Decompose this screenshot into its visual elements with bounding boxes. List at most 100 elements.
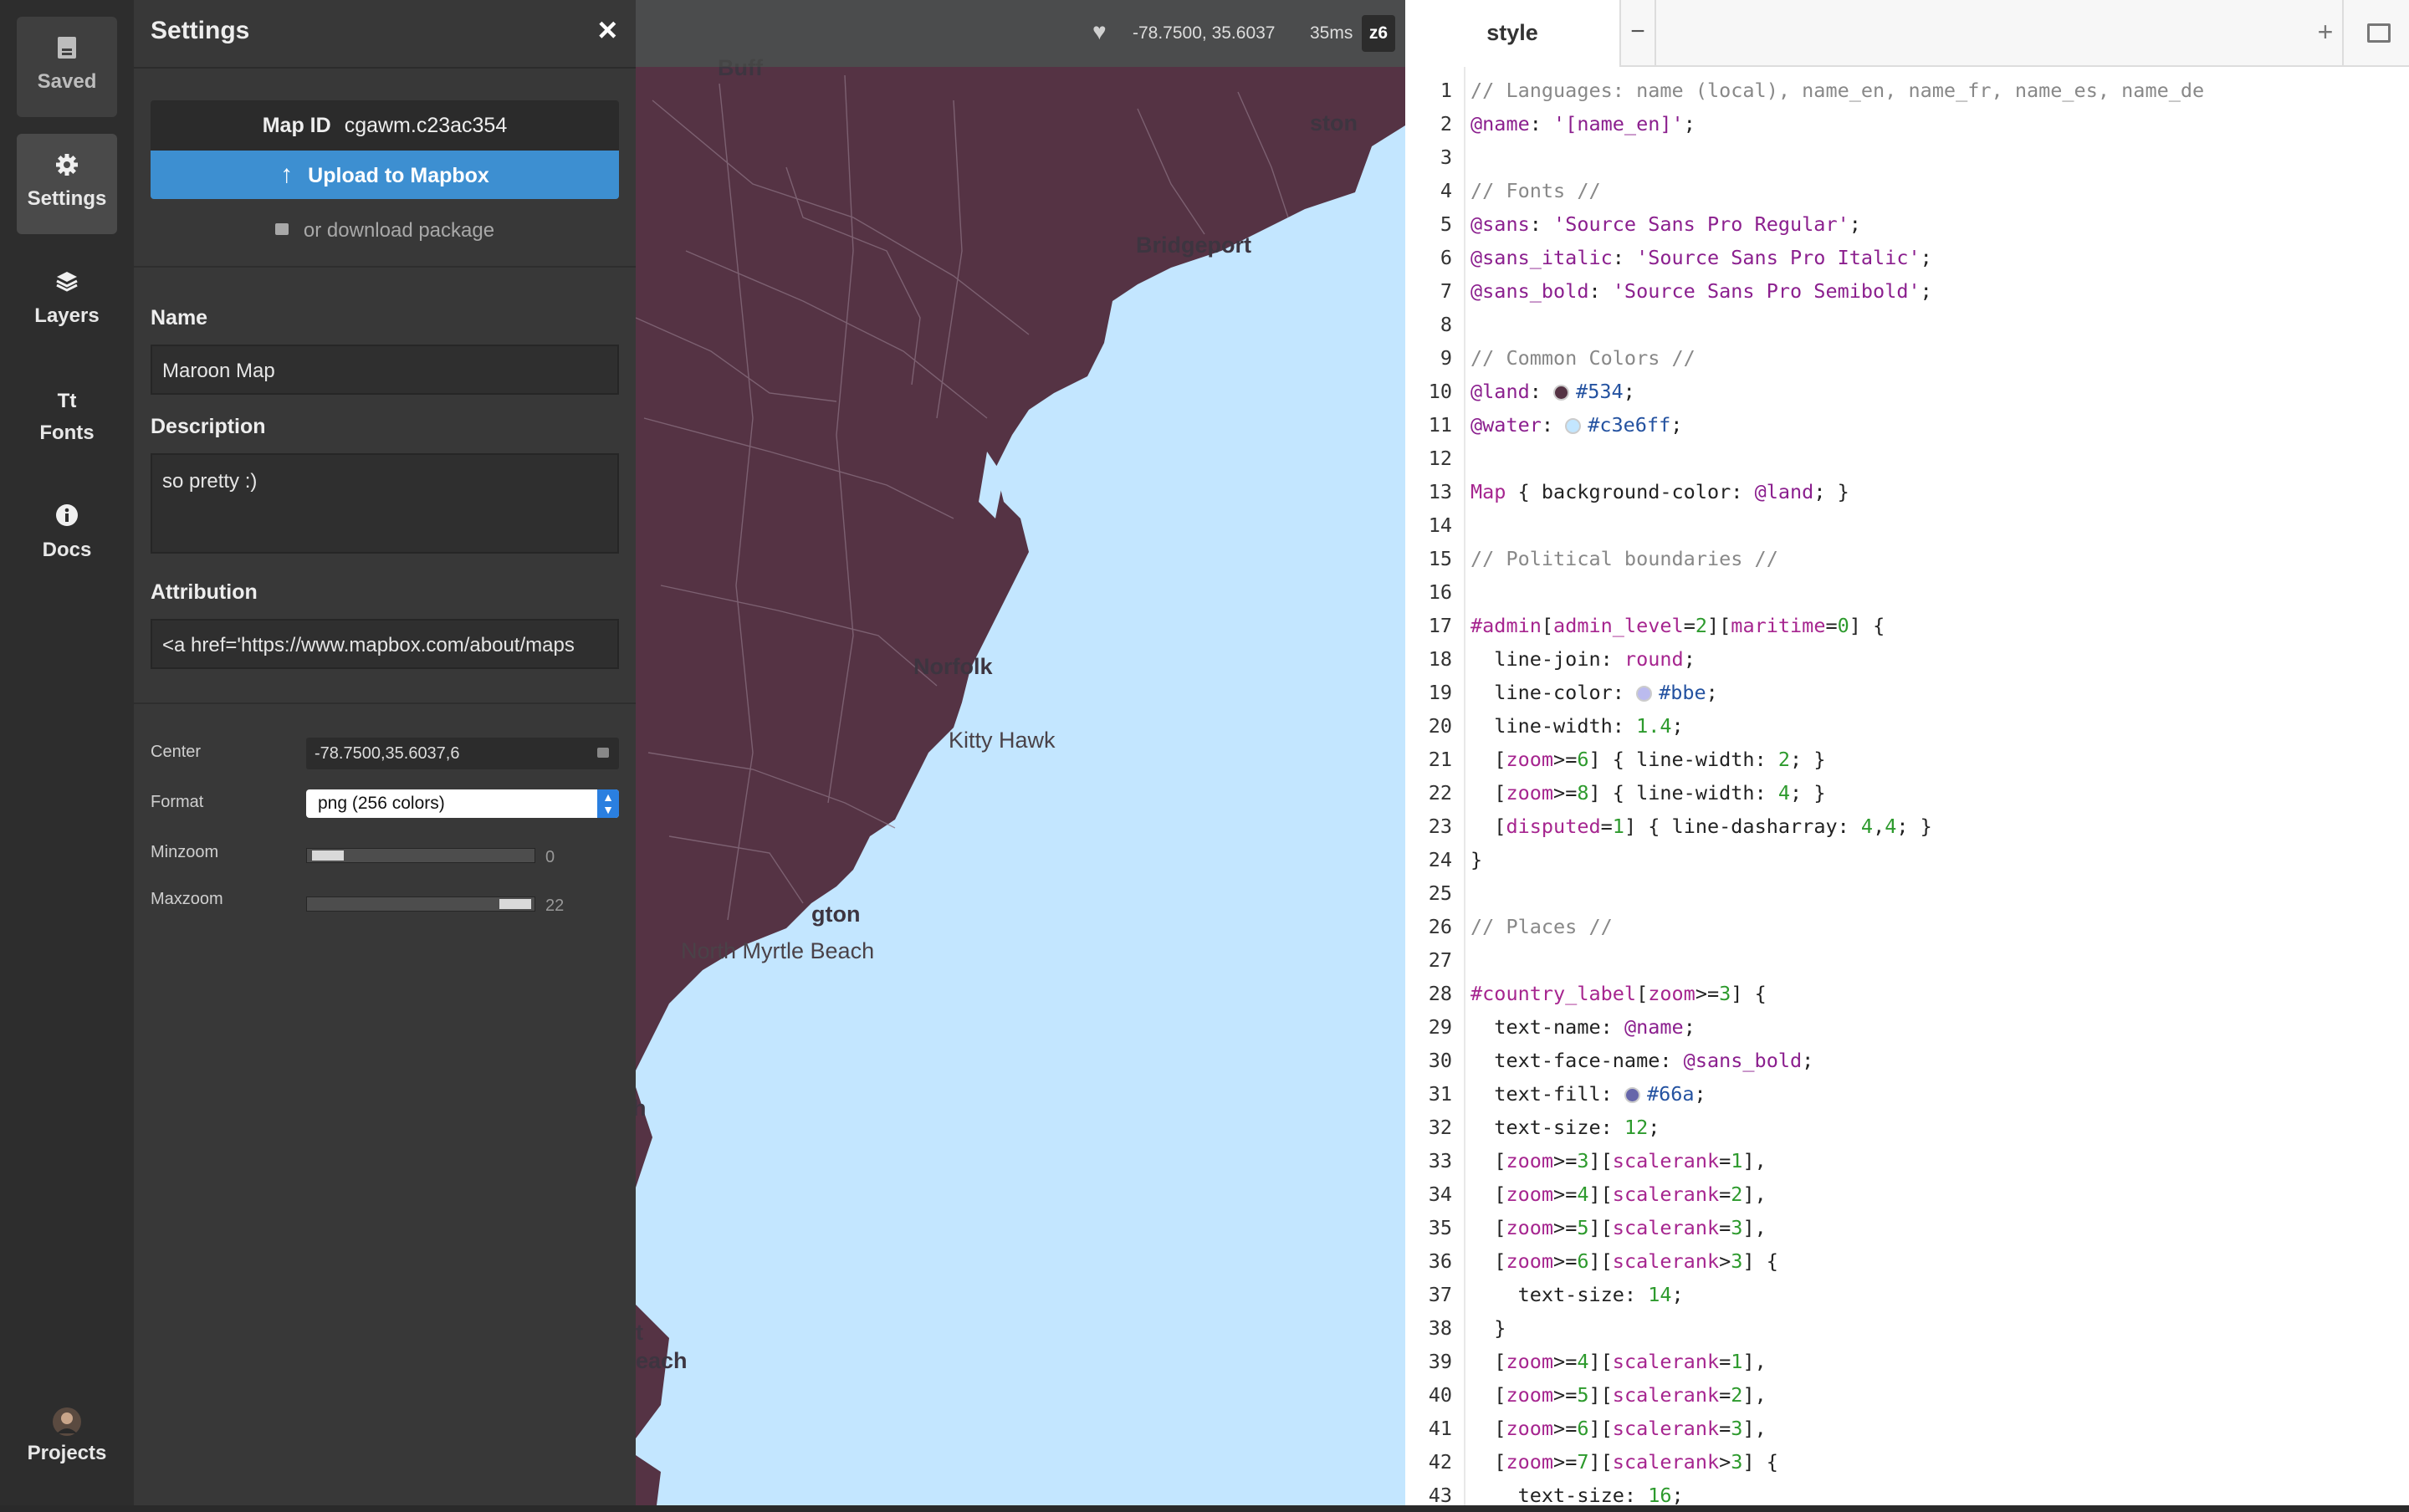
map-label: Bridgeport [1136,232,1251,258]
editor-tabs: style − + [1405,0,2409,67]
divider [134,702,636,704]
nav-fonts[interactable]: Tt Fonts [17,368,117,468]
tab-style[interactable]: style [1405,0,1621,67]
line-number: 42 [1428,1450,1452,1474]
format-label: Format [151,793,204,811]
line-text: [zoom>=6] { line-width: 2; } [1470,748,1826,771]
remove-tab-button[interactable]: − [1621,0,1656,65]
minzoom-slider-handle[interactable] [312,850,344,861]
nav-saved[interactable]: Saved [17,17,117,117]
map-label: t [636,1320,643,1345]
line-text: [zoom>=5][scalerank=2], [1470,1383,1767,1407]
nav-projects[interactable]: Projects [17,1388,117,1489]
line-text: [zoom>=5][scalerank=3], [1470,1216,1767,1239]
line-text: @sans_bold: 'Source Sans Pro Semibold'; [1470,279,1932,303]
heart-icon[interactable]: ♥ [1092,18,1107,45]
center-value: -78.7500,35.6037,6 [315,744,460,763]
nav-settings-label: Settings [27,187,107,210]
line-text: [zoom>=8] { line-width: 4; } [1470,781,1826,805]
map-view[interactable]: Buff ston Bridgeport Norfolk Kitty Hawk … [636,0,1405,1505]
line-number: 21 [1428,748,1452,771]
center-field[interactable]: -78.7500,35.6037,6 [306,738,619,769]
line-number: 8 [1440,313,1452,336]
line-text: #country_label[zoom>=3] { [1470,982,1767,1005]
center-label: Center [151,743,202,761]
line-number: 4 [1440,179,1452,202]
attribution-field[interactable]: <a href='https://www.mapbox.com/about/ma… [151,619,619,669]
maxzoom-value: 22 [545,896,565,915]
line-number: 35 [1428,1216,1452,1239]
zoom-level: z6 [1362,15,1395,52]
avatar-icon [17,1407,117,1437]
settings-header: Settings × [134,0,636,69]
map-label: gton [811,902,861,927]
name-label: Name [151,306,208,329]
line-text: [zoom>=3][scalerank=1], [1470,1149,1767,1172]
line-text: @sans_italic: 'Source Sans Pro Italic'; [1470,246,1932,269]
line-number: 36 [1428,1249,1452,1273]
line-number: 32 [1428,1116,1452,1139]
line-text: [zoom>=4][scalerank=1], [1470,1350,1767,1373]
app-nav: Saved Settings Layers Tt Fonts Docs Proj… [0,0,134,1505]
description-field[interactable]: so pretty :) [151,453,619,554]
nav-layers-label: Layers [34,304,100,327]
line-text: // Political boundaries // [1470,547,1778,570]
map-label: h [636,1096,647,1121]
line-text: [zoom>=6][scalerank=3], [1470,1417,1767,1440]
monitor-icon [2367,23,2391,43]
line-number: 19 [1428,681,1452,704]
line-number: 2 [1440,112,1452,135]
nav-saved-label: Saved [37,70,97,93]
line-number: 6 [1440,246,1452,269]
lock-icon[interactable] [597,748,609,758]
line-number: 22 [1428,781,1452,805]
line-number: 29 [1428,1015,1452,1039]
line-number: 12 [1428,447,1452,470]
nav-docs-label: Docs [42,539,92,561]
format-select[interactable]: png (256 colors) ▲ ▼ [306,789,619,818]
line-number: 13 [1428,480,1452,503]
line-text: // Fonts // [1470,179,1601,202]
map-toolbar: ♥ -78.7500, 35.6037 35ms z6 [636,0,1405,67]
line-number: 9 [1440,346,1452,370]
minzoom-label: Minzoom [151,843,219,861]
line-number: 20 [1428,714,1452,738]
line-text: [zoom>=4][scalerank=2], [1470,1183,1767,1206]
nav-settings[interactable]: Settings [17,134,117,234]
line-number: 39 [1428,1350,1452,1373]
close-icon[interactable]: × [598,12,617,49]
line-text: } [1470,848,1483,871]
line-text: text-size: 16; [1470,1484,1684,1507]
upload-label: Upload to Mapbox [308,164,489,187]
line-number: 30 [1428,1049,1452,1072]
map-label: Norfolk [913,654,993,679]
upload-button[interactable]: ↑ Upload to Mapbox [151,151,619,199]
line-number: 43 [1428,1484,1452,1507]
name-field[interactable]: Maroon Map [151,345,619,395]
line-text: [zoom>=7][scalerank>3] { [1470,1450,1778,1474]
gear-icon [17,152,117,182]
download-package-link[interactable]: or download package [134,219,636,243]
minzoom-slider[interactable] [306,848,535,863]
maxzoom-slider[interactable] [306,896,535,912]
fullscreen-button[interactable] [2342,0,2409,65]
map-id-label: Map ID [262,114,331,137]
line-number: 41 [1428,1417,1452,1440]
coordinate-readout: -78.7500, 35.6037 [1133,23,1276,43]
line-number: 1 [1440,79,1452,102]
divider [134,266,636,268]
line-text: #admin[admin_level=2][maritime=0] { [1470,614,1885,637]
nav-fonts-label: Fonts [39,421,95,444]
line-number: 15 [1428,547,1452,570]
maxzoom-slider-handle[interactable] [499,899,531,909]
line-number: 33 [1428,1149,1452,1172]
line-number: 34 [1428,1183,1452,1206]
line-number: 17 [1428,614,1452,637]
map-label: ston [1310,110,1358,135]
nav-docs[interactable]: Docs [17,485,117,585]
line-number: 5 [1440,212,1452,236]
package-icon [274,223,289,235]
line-text: // Languages: name (local), name_en, nam… [1470,79,2205,102]
nav-layers[interactable]: Layers [17,251,117,351]
upload-arrow-icon: ↑ [280,161,294,188]
